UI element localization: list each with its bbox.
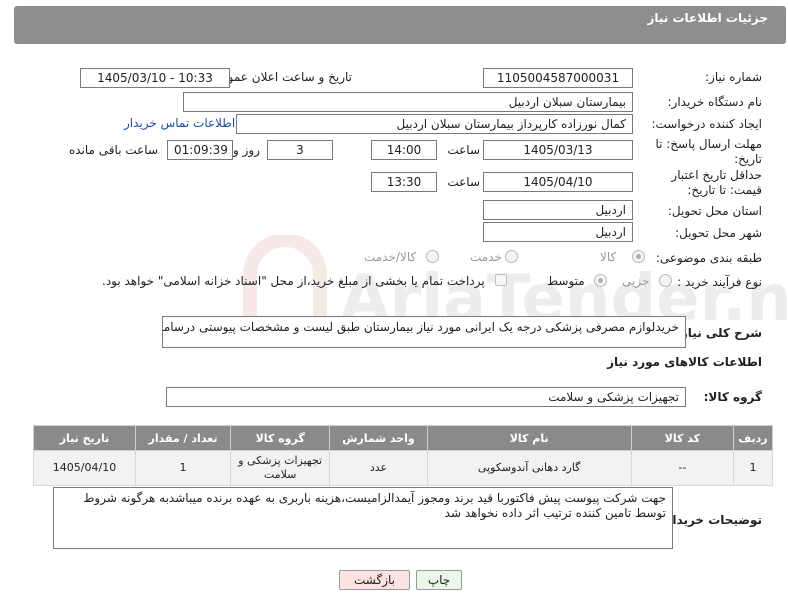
reply-deadline-label: مهلت ارسال پاسخ: تا تاریخ: bbox=[655, 137, 762, 166]
goods-group-label: گروه کالا: bbox=[703, 390, 762, 404]
city-field: اردبیل bbox=[483, 222, 633, 242]
price-date-field: 1405/04/10 bbox=[483, 172, 633, 192]
col-code-header: کد کالا bbox=[630, 425, 735, 451]
cell-date: 1405/04/10 bbox=[33, 450, 136, 486]
treasury-payment-checkbox[interactable] bbox=[495, 274, 507, 286]
province-field: اردبیل bbox=[483, 200, 633, 220]
page-title: جزئیات اطلاعات نیاز bbox=[647, 11, 768, 25]
col-group-header: گروه کالا bbox=[230, 425, 331, 451]
price-deadline-label: حداقل تاریخ اعتبار قیمت: تا تاریخ: bbox=[671, 168, 762, 197]
col-qty-header: تعداد / مقدار bbox=[134, 425, 232, 451]
goods-table-wrap: ردیف کد کالا نام کالا واحد شمارش گروه کا… bbox=[33, 425, 773, 486]
col-unit-header: واحد شمارش bbox=[329, 425, 428, 451]
days-remaining-field: 3 bbox=[267, 140, 333, 160]
cell-group: تجهیزات پزشکی و سلامت bbox=[230, 450, 331, 486]
goods-table-header: ردیف کد کالا نام کالا واحد شمارش گروه کا… bbox=[33, 425, 773, 451]
cell-unit: عدد bbox=[329, 450, 428, 486]
announce-field: 1405/03/10 - 10:33 bbox=[80, 68, 230, 88]
cell-row: 1 bbox=[733, 450, 773, 486]
creator-field: کمال نورزاده کارپرداز بیمارستان سبلان ار… bbox=[236, 114, 633, 134]
goods-section-title: اطلاعات کالاهای مورد نیاز bbox=[607, 355, 762, 369]
price-time-field: 13:30 bbox=[371, 172, 437, 192]
buyer-notes-textarea[interactable]: جهت شرکت پیوست پیش فاکتوربا قید برند ومج… bbox=[53, 487, 673, 549]
process-minor-label: جزیی bbox=[622, 274, 650, 288]
process-label: نوع فرآیند خرید : bbox=[677, 275, 762, 289]
description-textarea[interactable]: خریدلوازم مصرفی پزشکی درجه یک ایرانی مور… bbox=[162, 316, 686, 348]
process-medium-label: متوسط bbox=[547, 274, 585, 288]
category-label: طبقه بندی موضوعی: bbox=[655, 251, 762, 265]
price-time-label: ساعت bbox=[447, 175, 480, 189]
category-both-radio[interactable] bbox=[426, 250, 439, 263]
col-date-header: تاریخ نیاز bbox=[33, 425, 136, 451]
goods-group-field: تجهیزات پزشکی و سلامت bbox=[166, 387, 686, 407]
col-row-header: ردیف bbox=[733, 425, 773, 451]
need-number-field: 1105004587000031 bbox=[483, 68, 633, 88]
category-both-label: کالا/خدمت bbox=[364, 250, 417, 264]
category-service-label: خدمت bbox=[470, 250, 502, 264]
cell-name: گارد دهانی آندوسکوپی bbox=[426, 450, 632, 486]
back-button[interactable]: بازگشت bbox=[339, 570, 410, 590]
reply-date-field: 1405/03/13 bbox=[483, 140, 633, 160]
goods-table: ردیف کد کالا نام کالا واحد شمارش گروه کا… bbox=[33, 425, 773, 486]
print-button[interactable]: چاپ bbox=[416, 570, 462, 590]
remaining-time-label: ساعت باقی مانده bbox=[68, 143, 158, 157]
category-service-radio[interactable] bbox=[505, 250, 518, 263]
process-medium-radio[interactable] bbox=[594, 274, 607, 287]
process-minor-radio[interactable] bbox=[659, 274, 672, 287]
creator-label: ایجاد کننده درخواست: bbox=[651, 117, 762, 131]
days-label: روز و bbox=[233, 143, 260, 157]
col-name-header: نام کالا bbox=[426, 425, 632, 451]
category-goods-label: کالا bbox=[600, 250, 617, 264]
reply-time-label: ساعت bbox=[447, 143, 480, 157]
city-label: شهر محل تحویل: bbox=[675, 226, 762, 240]
description-label: شرح کلی نیاز: bbox=[676, 326, 762, 340]
cell-qty: 1 bbox=[134, 450, 232, 486]
buyer-notes-label: توضیحات خریدار: bbox=[660, 513, 762, 527]
province-label: استان محل تحویل: bbox=[667, 204, 762, 218]
buyer-contact-link[interactable]: اطلاعات تماس خریدار bbox=[124, 116, 235, 130]
buyer-org-field: بیمارستان سبلان اردبیل bbox=[183, 92, 633, 112]
category-goods-radio[interactable] bbox=[632, 250, 645, 263]
reply-time-field: 14:00 bbox=[371, 140, 437, 160]
table-row: 1 -- گارد دهانی آندوسکوپی عدد تجهیزات پز… bbox=[33, 450, 773, 486]
need-number-label: شماره نیاز: bbox=[705, 70, 762, 84]
treasury-payment-note: پرداخت تمام یا بخشی از مبلغ خرید،از محل … bbox=[102, 274, 485, 288]
remaining-time-field: 01:09:39 bbox=[167, 140, 233, 160]
cell-code: -- bbox=[630, 450, 735, 486]
buyer-org-label: نام دستگاه خریدار: bbox=[667, 95, 763, 109]
